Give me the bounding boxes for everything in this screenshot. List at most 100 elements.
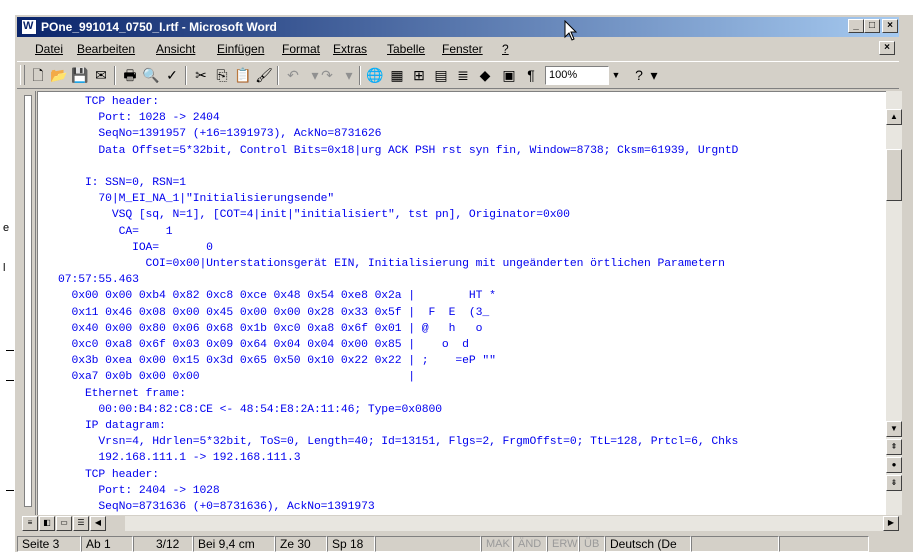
drawing-icon[interactable]: ◆ (475, 66, 495, 85)
document-line: 0x3b 0xea 0x00 0x15 0x3d 0x65 0x50 0x10 … (58, 355, 496, 368)
print-icon[interactable]: 🖶 (120, 66, 140, 85)
insert-table-icon[interactable]: ⊞ (409, 66, 429, 85)
normal-view-icon[interactable]: ≡ (22, 516, 38, 531)
undo-icon[interactable]: ↶ (283, 66, 303, 85)
hyperlink-icon[interactable]: 🌐 (365, 66, 385, 85)
scroll-thumb[interactable] (886, 149, 902, 201)
open-folder-icon[interactable]: 📂 (49, 66, 69, 85)
menu-einfuegen[interactable]: Einfügen (217, 42, 264, 56)
menu-format[interactable]: Format (282, 42, 320, 56)
send-mail-icon[interactable]: ✉ (91, 66, 111, 85)
window-title: POne_991014_0750_I.rtf - Microsoft Word (41, 20, 277, 34)
horizontal-scrollbar[interactable] (125, 516, 883, 531)
paste-icon[interactable]: 📋 (233, 66, 253, 85)
menu-ansicht[interactable]: Ansicht (156, 42, 195, 56)
menu-fenster[interactable]: Fenster (442, 42, 483, 56)
status-extend[interactable]: ERW (547, 536, 579, 552)
toolbar-separator (185, 66, 187, 85)
toolbar-grip[interactable] (20, 65, 25, 85)
document-line: 0x00 0x00 0xb4 0x82 0xc8 0xce 0x48 0x54 … (58, 290, 496, 303)
new-document-icon[interactable]: 🗋 (28, 66, 48, 85)
document-line: 192.168.111.1 -> 192.168.111.3 (58, 452, 301, 465)
tables-borders-icon[interactable]: ▦ (387, 66, 407, 85)
redo-dropdown-icon[interactable]: ▾ (339, 66, 359, 85)
next-page-icon[interactable]: ⇟ (886, 475, 902, 491)
scroll-up-icon[interactable]: ▲ (886, 109, 902, 125)
menu-tabelle[interactable]: Tabelle (387, 42, 425, 56)
document-line: 70|M_EI_NA_1|"Initialisierungsende" (58, 193, 335, 206)
document-line: 0xa7 0x0b 0x00 0x00 | (58, 371, 415, 384)
show-hide-icon[interactable]: ¶ (521, 66, 541, 85)
document-area[interactable]: TCP header: Port: 1028 -> 2404 SeqNo=139… (37, 91, 886, 516)
zoom-dropdown-icon[interactable]: ▼ (609, 66, 623, 85)
menu-bearbeiten[interactable]: Bearbeiten (77, 42, 135, 56)
close-button[interactable]: × (882, 19, 898, 33)
word-app-icon[interactable]: W (21, 19, 37, 35)
background-strip: e l (0, 0, 14, 552)
columns-icon[interactable]: ≣ (453, 66, 473, 85)
menu-datei[interactable]: Datei (35, 42, 63, 56)
document-close-button[interactable]: × (879, 41, 895, 55)
document-line: SeqNo=8731636 (+0=8731636), AckNo=139197… (58, 501, 375, 513)
status-bar: Seite 3 Ab 1 3/12 Bei 9,4 cm Ze 30 Sp 18… (17, 535, 912, 553)
maximize-button[interactable]: □ (864, 19, 880, 33)
toolbar-overflow-icon[interactable]: ▾ (649, 66, 659, 85)
insert-excel-icon[interactable]: ▤ (431, 66, 451, 85)
document-line: SeqNo=1391957 (+16=1391973), AckNo=87316… (58, 128, 382, 141)
background-mark (6, 350, 14, 351)
background-glyph: e (3, 222, 10, 234)
toolbar-separator (277, 66, 279, 85)
redo-icon[interactable]: ↷ (317, 66, 337, 85)
vertical-scrollbar[interactable]: ▲ ▼ ⇞ ● ⇟ (886, 91, 902, 515)
background-mark (6, 380, 14, 381)
menu-help[interactable]: ? (502, 42, 509, 56)
previous-page-icon[interactable]: ⇞ (886, 439, 902, 455)
browse-object-icon[interactable]: ● (886, 457, 902, 473)
format-painter-icon[interactable]: 🖌 (254, 66, 274, 85)
document-line: Vrsn=4, Hdrlen=5*32bit, ToS=0, Length=40… (58, 436, 739, 449)
cut-icon[interactable]: ✂ (191, 66, 211, 85)
status-spacer (375, 536, 481, 552)
zoom-field[interactable]: 100% (545, 66, 609, 85)
document-line: COI=0x00|Unterstationsgerät EIN, Initial… (58, 258, 725, 270)
document-line: CA= 1 (58, 225, 173, 238)
help-icon[interactable]: ? (629, 66, 649, 85)
horizontal-scroll-area: ≡ ◧ ▭ ☰ ◀ ▶ (21, 515, 902, 532)
outline-view-icon[interactable]: ☰ (73, 516, 89, 531)
status-line: Ze 30 (275, 536, 327, 552)
scroll-right-icon[interactable]: ▶ (883, 516, 899, 531)
copy-icon[interactable]: ⎘ (212, 66, 232, 85)
background-mark (6, 490, 14, 491)
document-line: IP datagram: (58, 420, 166, 432)
document-line: Port: 2404 -> 1028 (58, 484, 220, 497)
status-track-changes[interactable]: ÄND (513, 536, 547, 552)
scroll-left-icon[interactable]: ◀ (90, 516, 106, 531)
document-line: 07:57:55.463 (58, 274, 139, 287)
status-column: Sp 18 (327, 536, 375, 552)
status-overtype[interactable]: ÜB (579, 536, 605, 552)
document-line: VSQ [sq, N=1], [COT=4|init|"initialisier… (58, 209, 570, 222)
menu-extras[interactable]: Extras (333, 42, 367, 56)
page-view-icon[interactable]: ▭ (56, 516, 72, 531)
minimize-button[interactable]: _ (848, 19, 864, 33)
status-pages: 3/12 (133, 536, 193, 552)
status-empty-cell (779, 536, 869, 552)
print-preview-icon[interactable]: 🔍 (141, 66, 161, 85)
document-line: TCP header: (58, 96, 160, 108)
document-line: Port: 1028 -> 2404 (58, 112, 220, 125)
document-map-icon[interactable]: ▣ (499, 66, 519, 85)
web-view-icon[interactable]: ◧ (39, 516, 55, 531)
toolbar-separator (359, 66, 361, 85)
status-page: Seite 3 (17, 536, 81, 552)
background-glyph: l (3, 262, 6, 274)
document-line: Ethernet frame: (58, 387, 186, 400)
status-language[interactable]: Deutsch (De (605, 536, 691, 552)
save-icon[interactable]: 💾 (70, 66, 90, 85)
vertical-ruler (21, 91, 36, 515)
scroll-down-icon[interactable]: ▼ (886, 421, 902, 437)
title-bar[interactable]: W POne_991014_0750_I.rtf - Microsoft Wor… (17, 17, 899, 37)
document-line: I: SSN=0, RSN=1 (58, 177, 186, 189)
document-line: 0x11 0x46 0x08 0x00 0x45 0x00 0x00 0x28 … (58, 306, 490, 319)
status-macro-record[interactable]: MAK (481, 536, 513, 552)
spelling-icon[interactable]: ✓ (162, 66, 182, 85)
